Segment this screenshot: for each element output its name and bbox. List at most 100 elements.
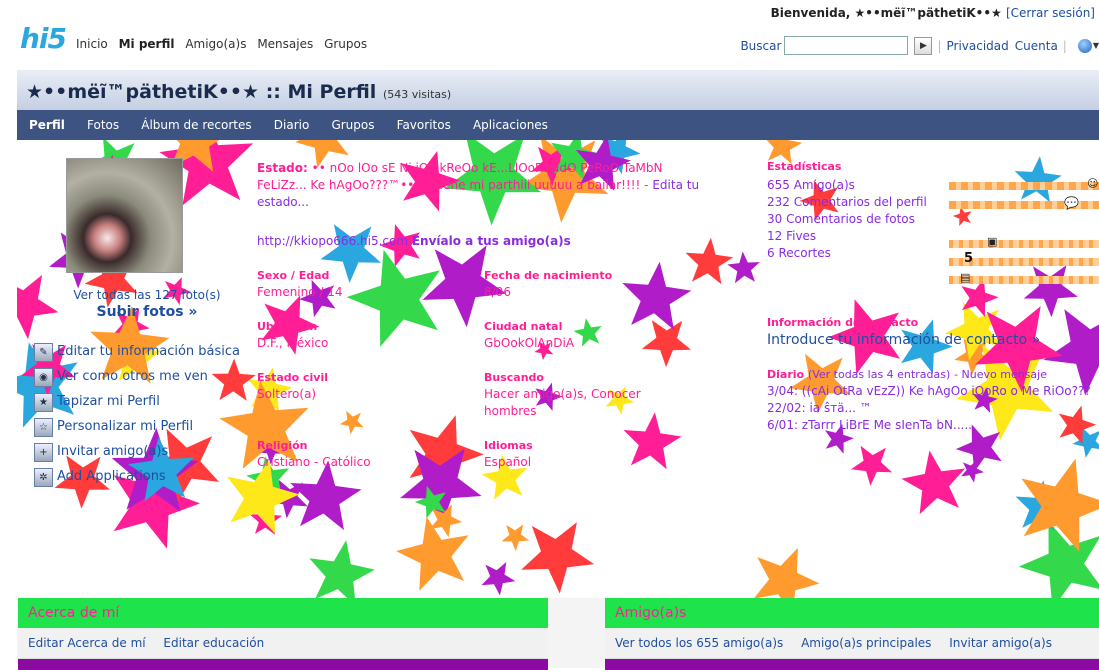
view-as-others-link[interactable]: ◉ Ver como otros me ven bbox=[34, 368, 244, 387]
tab-favorites[interactable]: Favoritos bbox=[388, 110, 460, 140]
customize-link[interactable]: ☆ Personalizar mi Perfil bbox=[34, 418, 244, 437]
field-religion: Religión Cristiano - Católico bbox=[257, 437, 467, 471]
stats-heading: Estadísticas bbox=[767, 160, 841, 173]
stat-friends[interactable]: 655 Amigo(a)s bbox=[767, 177, 957, 194]
invite-icon: + bbox=[34, 443, 53, 462]
top-friends-link[interactable]: Amigo(a)s principales bbox=[801, 636, 931, 650]
profile-frame: ★••mëĩ™päthetiK••★ :: Mi Perfil (543 vis… bbox=[17, 70, 1099, 668]
logout-link[interactable]: [Cerrar sesión] bbox=[1006, 6, 1095, 20]
journal-entry[interactable]: 22/02: ia ŝтä... ™ bbox=[767, 400, 1097, 417]
field-label: Fecha de nacimiento bbox=[484, 267, 694, 284]
add-contact-info-link[interactable]: Introduce tu información de contacto » bbox=[767, 332, 1040, 348]
welcome-text: Bienvenida, ★••mëĩ™päthetiK••★ [Cerrar s… bbox=[771, 6, 1095, 20]
profile-photo[interactable] bbox=[66, 158, 183, 273]
profile-actions-menu: ✎ Editar tu información básica ◉ Ver com… bbox=[34, 343, 244, 493]
search-input[interactable] bbox=[784, 36, 908, 55]
journal-label: Diario bbox=[767, 368, 804, 381]
tab-journal[interactable]: Diario bbox=[265, 110, 319, 140]
field-value: Español bbox=[484, 455, 531, 469]
person-icon: ☺ bbox=[1087, 177, 1098, 190]
edit-education-link[interactable]: Editar educación bbox=[163, 636, 264, 650]
wallpaper-link[interactable]: ★ Tapizar mi Perfil bbox=[34, 393, 244, 412]
scraps-bar bbox=[949, 276, 1099, 284]
journal-view-all-link[interactable]: (Ver todas las 4 entradas) bbox=[808, 368, 950, 381]
decorative-star bbox=[1015, 156, 1062, 202]
top-header: hi5 Inicio Mi perfil Amigo(a)s Mensajes … bbox=[0, 0, 1099, 68]
send-to-friends-link[interactable]: Envíalo a tus amigo(a)s bbox=[412, 234, 571, 248]
visit-count: (543 visitas) bbox=[383, 88, 451, 101]
field-label: Estado civil bbox=[257, 369, 467, 386]
decorative-star bbox=[727, 252, 760, 284]
field-label: Sexo / Edad bbox=[257, 267, 467, 284]
add-applications-label: Add Applications bbox=[57, 468, 166, 485]
decorative-star bbox=[901, 451, 965, 515]
friends-bar bbox=[949, 182, 1099, 190]
search-row: Buscar ▶ | Privacidad Cuenta | ▼ bbox=[740, 36, 1099, 55]
decorative-star bbox=[502, 525, 529, 552]
profile-tabs: Perfil Fotos Álbum de recortes Diario Gr… bbox=[17, 110, 1099, 140]
scrap-icon: ▤ bbox=[960, 271, 970, 284]
search-label: Buscar bbox=[740, 39, 781, 53]
tab-profile[interactable]: Perfil bbox=[17, 110, 74, 140]
tab-applications[interactable]: Aplicaciones bbox=[464, 110, 557, 140]
invite-friends-label: Invitar amigo(a)s bbox=[57, 443, 168, 460]
journal-entry[interactable]: 3/04: ((cAi OtRa vEzZ)) Ke hAgOo iOoRo o… bbox=[767, 383, 1097, 400]
field-languages: Idiomas Español bbox=[484, 437, 694, 471]
account-link[interactable]: Cuenta bbox=[1015, 39, 1058, 53]
upload-photos-link[interactable]: Subir fotos » bbox=[37, 304, 257, 320]
profile-titlebar: ★••mëĩ™päthetiK••★ :: Mi Perfil (543 vis… bbox=[17, 70, 1099, 110]
status-block: Estado: •• nOo lOo sE Ni iOo kReOo kE...… bbox=[257, 160, 707, 211]
wallpaper-icon: ★ bbox=[34, 393, 53, 412]
field-value: GbOokOlAnDiA bbox=[484, 336, 574, 350]
privacy-link[interactable]: Privacidad bbox=[946, 39, 1008, 53]
field-hometown: Ciudad natal GbOokOlAnDiA bbox=[484, 318, 694, 352]
view-all-friends-link[interactable]: Ver todos los 655 amigo(a)s bbox=[615, 636, 783, 650]
nav-home[interactable]: Inicio bbox=[76, 37, 108, 51]
friends-links: Ver todos los 655 amigo(a)s Amigo(a)s pr… bbox=[605, 628, 1099, 659]
separator: | bbox=[1063, 39, 1067, 53]
add-applications-link[interactable]: ✲ Add Applications bbox=[34, 468, 244, 487]
tab-photos[interactable]: Fotos bbox=[78, 110, 128, 140]
stat-profile-comments[interactable]: 232 Comentarios del perfil bbox=[767, 194, 957, 211]
profile-url-link[interactable]: http://kkiopo666.hi5.com bbox=[257, 234, 408, 248]
invite-friends-bottom-link[interactable]: Invitar amigo(a)s bbox=[949, 636, 1052, 650]
field-value: 8/06 bbox=[484, 285, 511, 299]
stat-fives[interactable]: 12 Fives bbox=[767, 228, 957, 245]
journal-new-message-link[interactable]: - Nuevo mensaje bbox=[954, 368, 1047, 381]
edit-info-link[interactable]: ✎ Editar tu información básica bbox=[34, 343, 244, 362]
search-go-button[interactable]: ▶ bbox=[914, 37, 932, 55]
nav-groups[interactable]: Grupos bbox=[324, 37, 367, 51]
stat-scraps[interactable]: 6 Recortes bbox=[767, 245, 957, 262]
star-wallpaper: Ver todas las 127 foto(s) Subir fotos » … bbox=[17, 140, 1099, 598]
nav-my-profile[interactable]: Mi perfil bbox=[119, 37, 175, 51]
decorative-star bbox=[481, 562, 515, 596]
nav-messages[interactable]: Mensajes bbox=[257, 37, 313, 51]
gear-icon: ✲ bbox=[34, 468, 53, 487]
stat-photo-comments[interactable]: 30 Comentarios de fotos bbox=[767, 211, 957, 228]
about-me-links: Editar Acerca de mí Editar educación bbox=[18, 628, 548, 659]
journal-block: Diario (Ver todas las 4 entradas) - Nuev… bbox=[767, 366, 1097, 434]
tab-scrapbook[interactable]: Álbum de recortes bbox=[132, 110, 260, 140]
invite-friends-link[interactable]: + Invitar amigo(a)s bbox=[34, 443, 244, 462]
module-strip bbox=[605, 659, 1099, 670]
field-seeking: Buscando Hacer amigo(a)s, Conocer hombre… bbox=[484, 369, 684, 420]
nav-friends[interactable]: Amigo(a)s bbox=[185, 37, 246, 51]
decorative-star bbox=[521, 522, 594, 593]
friends-module: Amigo(a)s Ver todos los 655 amigo(a)s Am… bbox=[605, 598, 1099, 668]
comment-icon: 💬 bbox=[1064, 196, 1079, 210]
field-sex-age: Sexo / Edad Femenino / 14 bbox=[257, 267, 467, 301]
field-birthdate: Fecha de nacimiento 8/06 bbox=[484, 267, 694, 301]
view-as-others-label: Ver como otros me ven bbox=[57, 368, 208, 385]
field-location: Ubicación D.F., México bbox=[257, 318, 467, 352]
photo-comments-bar bbox=[949, 240, 1099, 248]
tab-groups[interactable]: Grupos bbox=[322, 110, 383, 140]
hi5-logo[interactable]: hi5 bbox=[20, 22, 66, 55]
field-value: Hacer amigo(a)s, Conocer hombres bbox=[484, 387, 641, 418]
globe-icon[interactable] bbox=[1078, 39, 1092, 53]
view-all-photos-link[interactable]: Ver todas las 127 foto(s) bbox=[37, 288, 257, 302]
journal-entry[interactable]: 6/01: zTarrr LiBrE Me sIenTa bN..... bbox=[767, 417, 1097, 434]
chevron-down-icon[interactable]: ▼ bbox=[1093, 41, 1099, 50]
edit-about-me-link[interactable]: Editar Acerca de mí bbox=[28, 636, 146, 650]
top-nav: Inicio Mi perfil Amigo(a)s Mensajes Grup… bbox=[76, 37, 374, 51]
star-icon: ☆ bbox=[34, 418, 53, 437]
